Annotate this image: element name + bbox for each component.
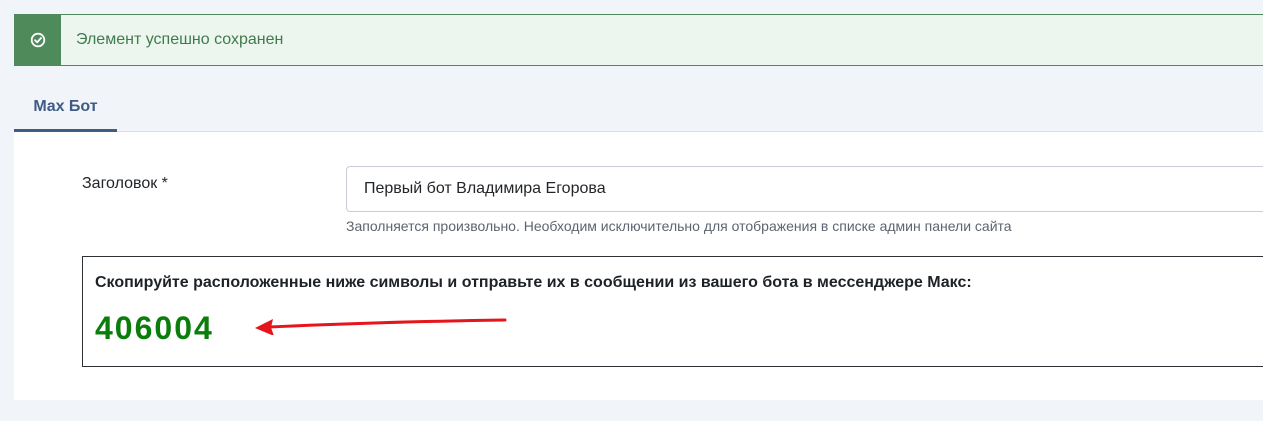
tab-max-bot[interactable]: Max Бот [14, 85, 117, 132]
alert-icon-box [15, 15, 61, 65]
page: Элемент успешно сохранен Max Бот Заголов… [0, 0, 1263, 421]
tab-bar: Max Бот [14, 85, 1263, 132]
red-arrow-icon [255, 318, 507, 335]
title-input[interactable] [346, 166, 1263, 212]
form-card: Заголовок * Заполняется произвольно. Нео… [14, 132, 1263, 400]
verification-code-box: Скопируйте расположенные ниже символы и … [82, 256, 1263, 367]
title-hint: Заполняется произвольно. Необходим исклю… [346, 218, 1012, 234]
code-instruction: Скопируйте расположенные ниже символы и … [95, 274, 972, 291]
alert-message: Элемент успешно сохранен [76, 31, 284, 48]
title-label: Заголовок * [82, 175, 168, 192]
verification-code: 406004 [95, 310, 214, 346]
success-alert: Элемент успешно сохранен [14, 14, 1263, 66]
check-circle-icon [30, 32, 46, 48]
